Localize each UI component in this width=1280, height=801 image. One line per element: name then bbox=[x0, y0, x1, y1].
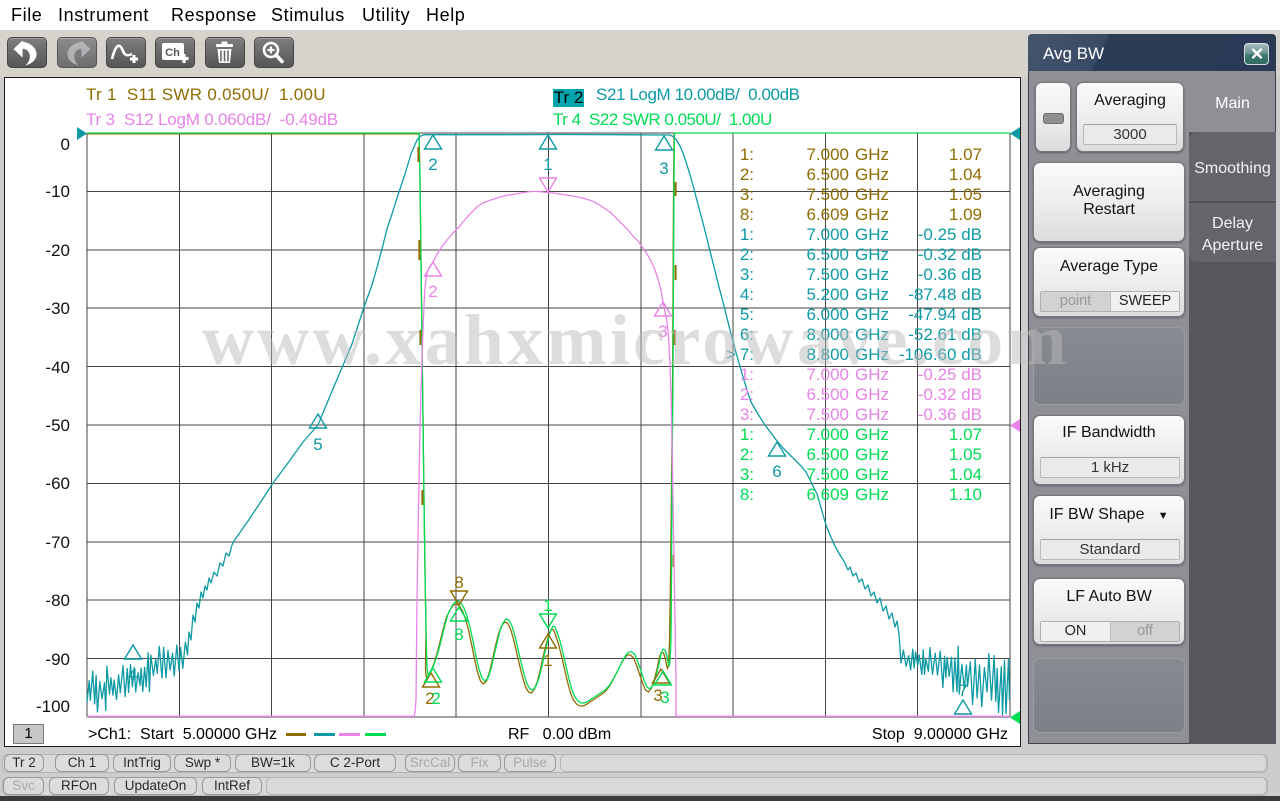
svg-text:1: 1 bbox=[543, 596, 552, 615]
svg-text:3:: 3: bbox=[740, 465, 754, 484]
svg-text:GHz: GHz bbox=[855, 425, 889, 444]
svg-text:7.500: 7.500 bbox=[806, 405, 849, 424]
svg-text:-30: -30 bbox=[45, 299, 70, 318]
svg-text:-0.32 dB: -0.32 dB bbox=[918, 245, 982, 264]
svg-text:2:: 2: bbox=[740, 245, 754, 264]
svg-text:-10: -10 bbox=[45, 182, 70, 201]
svg-text:8: 8 bbox=[454, 625, 463, 644]
svg-text:7.000: 7.000 bbox=[806, 145, 849, 164]
svg-text:6.609: 6.609 bbox=[806, 485, 849, 504]
svg-text:1.09: 1.09 bbox=[949, 205, 982, 224]
svg-text:-40: -40 bbox=[45, 358, 70, 377]
svg-text:GHz: GHz bbox=[855, 185, 889, 204]
svg-text:1.07: 1.07 bbox=[949, 145, 982, 164]
svg-text:1: 1 bbox=[543, 651, 552, 670]
svg-text:3:: 3: bbox=[740, 185, 754, 204]
svg-text:GHz: GHz bbox=[855, 485, 889, 504]
svg-text:8: 8 bbox=[454, 573, 463, 592]
svg-text:2:: 2: bbox=[740, 445, 754, 464]
svg-text:-20: -20 bbox=[45, 241, 70, 260]
svg-text:7.500: 7.500 bbox=[806, 265, 849, 284]
svg-text:-90: -90 bbox=[45, 650, 70, 669]
svg-text:7.000: 7.000 bbox=[806, 425, 849, 444]
svg-text:2: 2 bbox=[431, 689, 440, 708]
svg-text:GHz: GHz bbox=[855, 265, 889, 284]
svg-text:7.500: 7.500 bbox=[806, 465, 849, 484]
svg-text:1.04: 1.04 bbox=[949, 165, 982, 184]
svg-text:1.05: 1.05 bbox=[949, 185, 982, 204]
svg-text:GHz: GHz bbox=[855, 205, 889, 224]
svg-text:2:: 2: bbox=[740, 385, 754, 404]
svg-text:-60: -60 bbox=[45, 474, 70, 493]
svg-text:3:: 3: bbox=[740, 405, 754, 424]
svg-text:1.07: 1.07 bbox=[949, 425, 982, 444]
svg-text:-0.36 dB: -0.36 dB bbox=[918, 265, 982, 284]
svg-text:1.04: 1.04 bbox=[949, 465, 982, 484]
svg-text:6.500: 6.500 bbox=[806, 165, 849, 184]
svg-text:1:: 1: bbox=[740, 225, 754, 244]
svg-text:GHz: GHz bbox=[855, 225, 889, 244]
svg-text:3: 3 bbox=[660, 688, 669, 707]
svg-text:-0.36 dB: -0.36 dB bbox=[918, 405, 982, 424]
svg-text:3: 3 bbox=[659, 159, 668, 178]
svg-text:-0.32 dB: -0.32 dB bbox=[918, 385, 982, 404]
svg-text:7.500: 7.500 bbox=[806, 185, 849, 204]
svg-text:GHz: GHz bbox=[855, 145, 889, 164]
svg-text:6.500: 6.500 bbox=[806, 445, 849, 464]
svg-text:GHz: GHz bbox=[855, 405, 889, 424]
svg-text:0: 0 bbox=[61, 135, 70, 154]
svg-text:6.500: 6.500 bbox=[806, 385, 849, 404]
svg-text:GHz: GHz bbox=[855, 245, 889, 264]
svg-text:GHz: GHz bbox=[855, 385, 889, 404]
svg-text:7: 7 bbox=[958, 681, 967, 700]
svg-text:1: 1 bbox=[543, 155, 552, 174]
svg-text:-50: -50 bbox=[45, 416, 70, 435]
svg-text:1:: 1: bbox=[740, 145, 754, 164]
svg-text:4: 4 bbox=[128, 665, 137, 684]
svg-text:3:: 3: bbox=[740, 265, 754, 284]
svg-text:GHz: GHz bbox=[855, 445, 889, 464]
svg-text:GHz: GHz bbox=[855, 465, 889, 484]
svg-text:5: 5 bbox=[313, 435, 322, 454]
svg-text:1.05: 1.05 bbox=[949, 445, 982, 464]
svg-text:6: 6 bbox=[772, 462, 781, 481]
svg-text:-80: -80 bbox=[45, 591, 70, 610]
svg-text:1.10: 1.10 bbox=[949, 485, 982, 504]
svg-text:8:: 8: bbox=[740, 205, 754, 224]
svg-text:6.609: 6.609 bbox=[806, 205, 849, 224]
svg-text:7.000: 7.000 bbox=[806, 225, 849, 244]
svg-text:1:: 1: bbox=[740, 425, 754, 444]
svg-text:2:: 2: bbox=[740, 165, 754, 184]
svg-text:-70: -70 bbox=[45, 533, 70, 552]
svg-text:GHz: GHz bbox=[855, 165, 889, 184]
svg-text:2: 2 bbox=[428, 155, 437, 174]
svg-text:6.500: 6.500 bbox=[806, 245, 849, 264]
svg-text:-0.25 dB: -0.25 dB bbox=[918, 225, 982, 244]
svg-text:-100: -100 bbox=[36, 697, 70, 716]
svg-text:8:: 8: bbox=[740, 485, 754, 504]
